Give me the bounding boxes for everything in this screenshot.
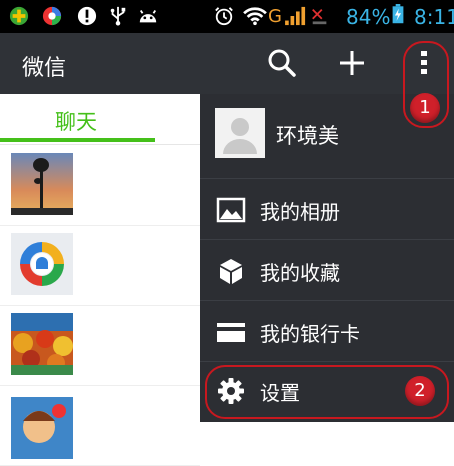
menu-item-bank-card[interactable]: 我的银行卡 [200, 301, 454, 362]
browser-icon [42, 6, 62, 26]
menu-item-label: 我的银行卡 [260, 322, 360, 346]
menu-item-label: 我的相册 [260, 200, 340, 224]
tab-chats[interactable]: 聊天 [55, 106, 97, 136]
status-bar: G 84% 8:11 [0, 0, 454, 33]
tab-bar: 聊天 [0, 94, 200, 145]
chat-avatar [11, 313, 73, 375]
chat-avatar [11, 153, 73, 215]
chat-list-item[interactable] [0, 305, 200, 386]
annotation-badge-1: 1 [410, 93, 440, 123]
annotation-badge-2: 2 [405, 376, 435, 406]
tencent-news-logo [11, 233, 73, 295]
alert-icon [77, 6, 97, 26]
default-avatar-icon [215, 108, 265, 158]
profile-name: 环境美 [276, 124, 339, 148]
wifi-icon [243, 7, 267, 26]
chat-list-item[interactable] [0, 225, 200, 306]
action-bar: 微信 [0, 33, 454, 94]
chat-list-item[interactable] [0, 145, 200, 226]
clock: 8:11 [414, 5, 454, 29]
menu-item-label: 我的收藏 [260, 261, 340, 285]
battery-percent: 84% [346, 5, 391, 29]
menu-item-album[interactable]: 我的相册 [200, 179, 454, 240]
usb-icon [110, 6, 126, 26]
alarm-icon [215, 7, 233, 26]
cube-icon [220, 259, 242, 284]
avatar [215, 108, 265, 158]
network-type: G [268, 6, 282, 27]
plus-icon[interactable] [332, 43, 372, 83]
tree-sunset-photo [11, 153, 73, 215]
autumn-landscape-photo [11, 313, 73, 375]
app-title: 微信 [22, 56, 67, 81]
tab-indicator [0, 138, 155, 142]
chat-avatar [11, 233, 73, 295]
signal-x-icon [312, 8, 327, 25]
card-icon [217, 323, 245, 342]
search-icon[interactable] [262, 43, 302, 83]
android-icon [139, 10, 157, 23]
signal-icon [285, 6, 306, 26]
image-icon [216, 197, 246, 223]
chat-avatar [11, 397, 73, 459]
battery-icon [392, 4, 404, 24]
cartoon-photo [11, 397, 73, 459]
app-store-icon [9, 6, 29, 26]
menu-item-favorites[interactable]: 我的收藏 [200, 240, 454, 301]
chat-list-item[interactable] [0, 385, 200, 466]
